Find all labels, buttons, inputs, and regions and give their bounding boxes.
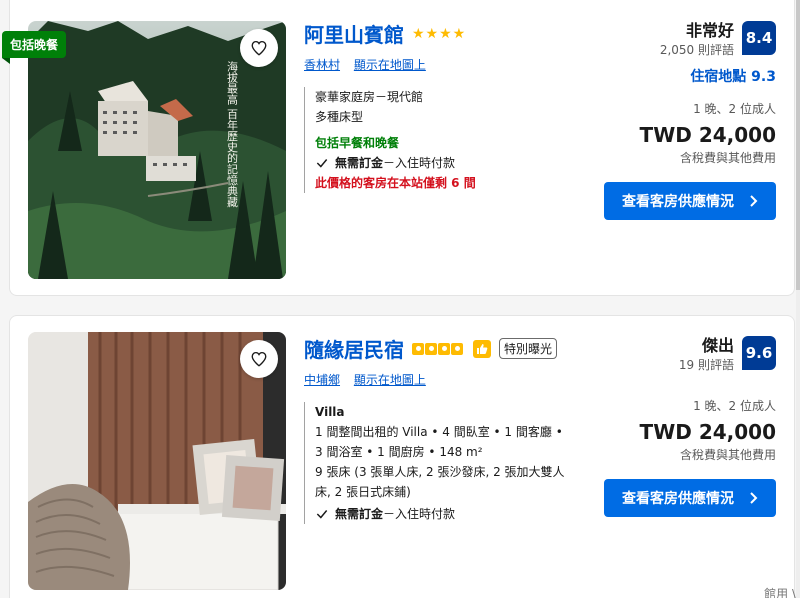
price-block: 非常好 2,050 則評語 8.4 住宿地點 9.3 1 晚、2 位成人 TWD… [604, 17, 776, 220]
see-availability-button[interactable]: 查看客房供應情況 [604, 479, 776, 517]
score-badge: 8.4 [742, 20, 776, 55]
special-badge: 特別曝光 [499, 338, 558, 359]
tax-note: 含稅費與其他費用 [679, 151, 776, 165]
area-link[interactable]: 中埔鄉 [304, 373, 340, 387]
property-photo[interactable] [28, 332, 286, 590]
check-icon [316, 159, 328, 168]
property-name-link[interactable]: 阿里山賓館 [304, 19, 404, 48]
price: TWD 24,000 [639, 420, 776, 444]
show-on-map-link[interactable]: 顯示在地圖上 [354, 58, 426, 72]
stay-summary: 1 晚、2 位成人 [693, 399, 776, 413]
meal-ribbon: 包括晚餐 [2, 31, 67, 64]
property-photo[interactable]: 海拔最高 百年歷史的記憶典藏 [28, 21, 286, 279]
area-link[interactable]: 香林村 [304, 58, 340, 72]
payment-policy: 無需訂金－入住時付款 [315, 504, 565, 524]
search-results-page: 包括晚餐 海拔最高 百年歷史的記憶典藏 阿里山賓館 ★★★★ 香林村 顯示在地圖… [0, 0, 800, 598]
thumbs-up-icon [473, 339, 491, 358]
stay-summary: 1 晚、2 位成人 [693, 102, 776, 116]
heart-icon [251, 351, 267, 367]
image-caption: 海拔最高 百年歷史的記憶典藏 [226, 60, 239, 208]
scarcity-message: 此價格的客房在本站僅剩 6 間 [315, 176, 476, 190]
review-score[interactable]: 非常好 2,050 則評語 8.4 [604, 17, 776, 58]
property-card: 包括晚餐 海拔最高 百年歷史的記憶典藏 阿里山賓館 ★★★★ 香林村 顯示在地圖… [2, 0, 795, 296]
scrollbar-thumb[interactable] [796, 0, 800, 290]
room-name: Villa [315, 405, 345, 419]
save-favorite-button[interactable] [240, 340, 278, 378]
payment-policy: 無需訂金－入住時付款 [315, 153, 476, 173]
price-block: 傑出 19 則評語 9.6 1 晚、2 位成人 TWD 24,000 含稅費與其… [604, 332, 776, 517]
heart-icon [251, 40, 267, 56]
room-details: 豪華家庭房－現代館 多種床型 包括早餐和晚餐 無需訂金－入住時付款 此價格的客房… [304, 87, 476, 193]
room-description-line: 1 間整間出租的 Villa • 4 間臥室 • 1 間客廳 • [315, 425, 563, 439]
quality-rating-squares [412, 342, 463, 355]
bed-type: 多種床型 [315, 110, 364, 124]
review-count: 2,050 則評語 [659, 43, 734, 57]
tax-note: 含稅費與其他費用 [679, 448, 776, 462]
bed-details-line: 9 張床 (3 張單人床, 2 張沙發床, 2 張加大雙人 [315, 465, 565, 479]
review-label: 非常好 [685, 21, 734, 40]
review-label: 傑出 [701, 336, 734, 355]
star-rating: ★★★★ [412, 25, 467, 42]
property-card: 隨緣居民宿 特別曝光 中埔鄉 顯示在地圖上 Villa 1 間整間出租的 Vil… [9, 315, 795, 598]
room-description-line: 3 間浴室 • 1 間廚房 • 148 m² [315, 445, 483, 459]
room-details: Villa 1 間整間出租的 Villa • 4 間臥室 • 1 間客廳 • 3… [304, 402, 565, 524]
location-score: 住宿地點 9.3 [690, 69, 776, 85]
property-name-link[interactable]: 隨緣居民宿 [304, 334, 404, 363]
review-count: 19 則評語 [678, 358, 734, 372]
property-info: 隨緣居民宿 特別曝光 中埔鄉 顯示在地圖上 Villa 1 間整間出租的 Vil… [304, 334, 565, 524]
check-icon [316, 510, 328, 519]
see-availability-button[interactable]: 查看客房供應情況 [604, 182, 776, 220]
property-info: 阿里山賓館 ★★★★ 香林村 顯示在地圖上 豪華家庭房－現代館 多種床型 包括早… [304, 19, 476, 193]
chevron-right-icon [750, 195, 758, 207]
bed-details-line: 床, 2 張日式床鋪) [315, 485, 411, 499]
room-name: 豪華家庭房－現代館 [315, 90, 424, 104]
show-on-map-link[interactable]: 顯示在地圖上 [354, 373, 426, 387]
score-badge: 9.6 [742, 335, 776, 370]
save-favorite-button[interactable] [240, 29, 278, 67]
meal-plan: 包括早餐和晚餐 [315, 136, 400, 150]
feedback-corner-text[interactable]: 館用 \ [764, 585, 796, 598]
review-score[interactable]: 傑出 19 則評語 9.6 [604, 332, 776, 373]
chevron-right-icon [750, 492, 758, 504]
price: TWD 24,000 [639, 123, 776, 147]
